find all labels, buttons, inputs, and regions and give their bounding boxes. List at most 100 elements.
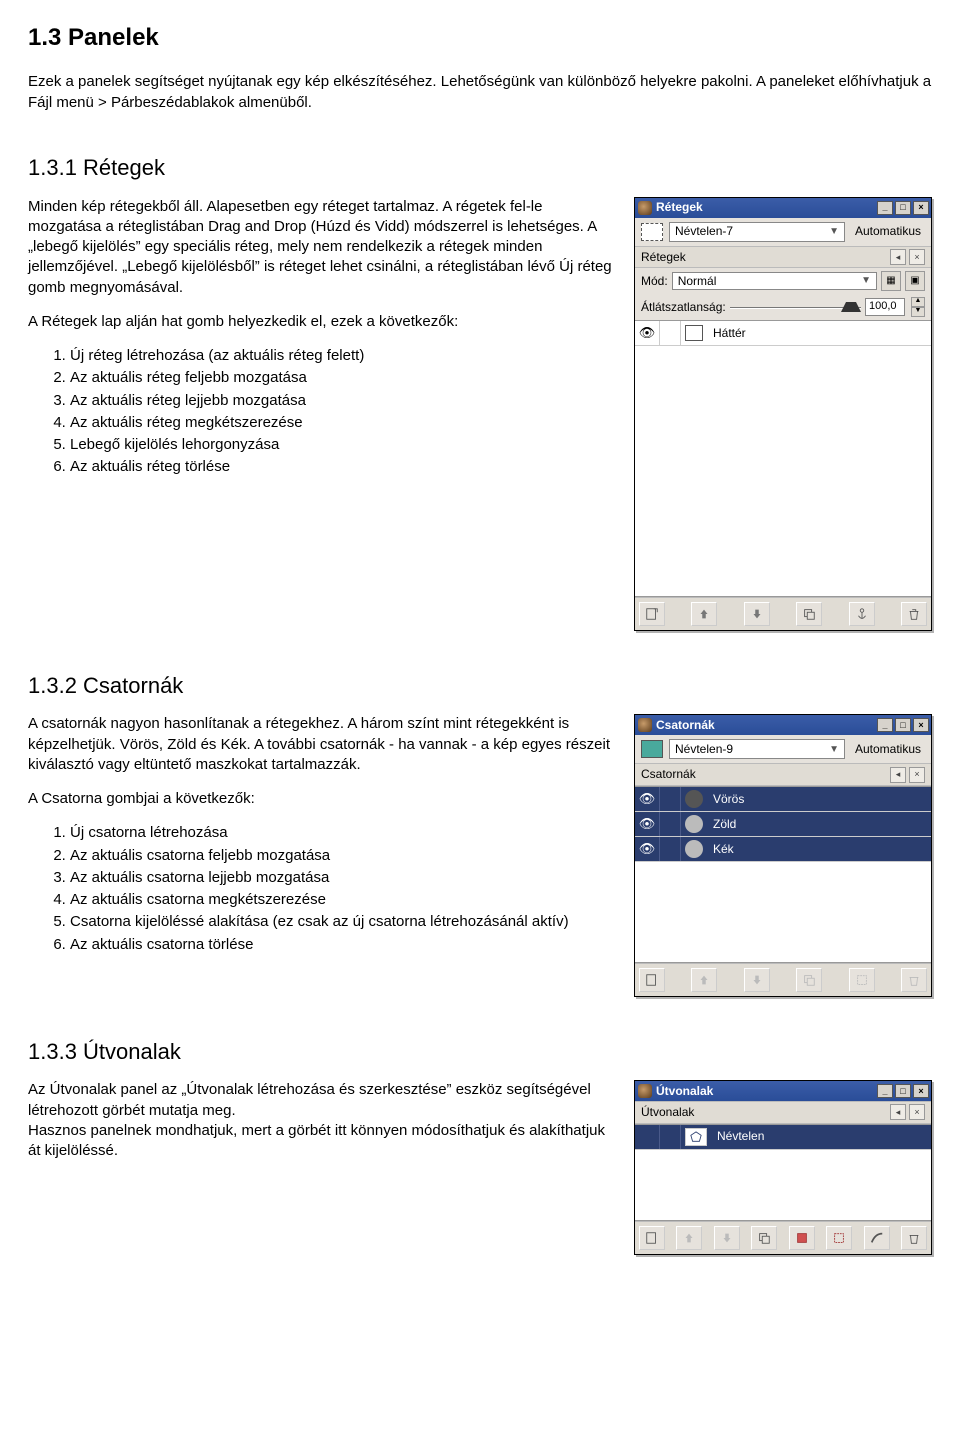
selection-to-path-button[interactable] <box>826 1226 852 1250</box>
layers-section-label: Rétegek <box>641 249 887 265</box>
duplicate-layer-button[interactable] <box>796 602 822 626</box>
new-channel-button[interactable] <box>639 968 665 992</box>
close-button[interactable]: × <box>913 718 929 732</box>
channel-row[interactable]: 👁 Kék <box>635 837 931 862</box>
minimize-button[interactable]: _ <box>877 718 893 732</box>
list-item: Az aktuális csatorna feljebb mozgatása <box>70 846 616 866</box>
list-item: Az aktuális réteg feljebb mozgatása <box>70 368 616 388</box>
visibility-eye-icon[interactable]: 👁 <box>635 787 660 811</box>
channel-thumbnail <box>685 790 703 808</box>
link-cell[interactable] <box>660 837 681 861</box>
lower-layer-button[interactable] <box>744 602 770 626</box>
close-button[interactable]: × <box>913 201 929 215</box>
delete-path-button[interactable] <box>901 1226 927 1250</box>
path-to-selection-button[interactable] <box>789 1226 815 1250</box>
spin-down-icon[interactable]: ▼ <box>911 307 925 317</box>
wilber-icon <box>638 201 652 215</box>
list-item: Az aktuális csatorna törlése <box>70 935 616 955</box>
close-button[interactable]: × <box>913 1084 929 1098</box>
maximize-button[interactable]: □ <box>895 1084 911 1098</box>
channel-name[interactable]: Vörös <box>707 791 931 807</box>
channels-panel: Csatornák _ □ × Névtelen-9 ▼ Automatikus… <box>634 714 932 996</box>
title-bar[interactable]: Rétegek _ □ × <box>635 198 931 218</box>
delete-layer-button[interactable] <box>901 602 927 626</box>
anchor-layer-button[interactable] <box>849 602 875 626</box>
opacity-value: 100,0 <box>869 299 897 314</box>
auto-label[interactable]: Automatikus <box>851 223 925 239</box>
channel-name[interactable]: Zöld <box>707 816 931 832</box>
maximize-button[interactable]: □ <box>895 718 911 732</box>
image-thumbnail[interactable] <box>641 740 663 758</box>
opacity-spinbox[interactable]: 100,0 <box>865 298 905 316</box>
channel-name[interactable]: Kék <box>707 841 931 857</box>
mode-select[interactable]: Normál ▼ <box>672 272 877 290</box>
heading-channels: 1.3.2 Csatornák <box>28 671 932 701</box>
close-tab-icon[interactable]: × <box>909 767 925 783</box>
auto-label[interactable]: Automatikus <box>851 741 925 757</box>
channel-row[interactable]: 👁 Zöld <box>635 812 931 837</box>
close-tab-icon[interactable]: × <box>909 249 925 265</box>
tab-menu-icon[interactable]: ◂ <box>890 767 906 783</box>
minimize-button[interactable]: _ <box>877 1084 893 1098</box>
lower-path-button[interactable] <box>714 1226 740 1250</box>
spin-up-icon[interactable]: ▲ <box>911 297 925 307</box>
visibility-eye-icon[interactable]: 👁 <box>635 837 660 861</box>
channel-to-selection-button[interactable] <box>849 968 875 992</box>
list-item: Az aktuális réteg lejjebb mozgatása <box>70 391 616 411</box>
heading-panels: 1.3 Panelek <box>28 22 932 54</box>
image-select[interactable]: Névtelen-9 ▼ <box>669 739 845 759</box>
lock-pixels-button[interactable]: ▦ <box>881 271 901 291</box>
tab-menu-icon[interactable]: ◂ <box>890 249 906 265</box>
layer-row[interactable]: 👁 Háttér <box>635 321 931 346</box>
layers-panel: Rétegek _ □ × Névtelen-7 ▼ Automatikus R… <box>634 197 932 631</box>
visibility-eye-icon[interactable]: 👁 <box>635 812 660 836</box>
visibility-eye-icon[interactable]: 👁 <box>635 321 660 345</box>
paragraph: A csatornák nagyon hasonlítanak a rétege… <box>28 714 616 775</box>
link-cell[interactable] <box>660 787 681 811</box>
lock-alpha-button[interactable]: ▣ <box>905 271 925 291</box>
duplicate-channel-button[interactable] <box>796 968 822 992</box>
list-item: Az aktuális réteg törlése <box>70 457 616 477</box>
visibility-cell[interactable] <box>635 1125 660 1149</box>
lower-channel-button[interactable] <box>744 968 770 992</box>
window-title: Csatornák <box>656 717 875 733</box>
list-item: Csatorna kijelöléssé alakítása (ez csak … <box>70 912 616 932</box>
paths-section-label: Útvonalak <box>641 1104 887 1120</box>
close-tab-icon[interactable]: × <box>909 1104 925 1120</box>
raise-layer-button[interactable] <box>691 602 717 626</box>
raise-channel-button[interactable] <box>691 968 717 992</box>
list-item: Lebegő kijelölés lehorgonyzása <box>70 435 616 455</box>
chevron-down-icon: ▼ <box>829 743 839 757</box>
image-select[interactable]: Névtelen-7 ▼ <box>669 222 845 242</box>
mode-label: Mód: <box>641 273 668 289</box>
opacity-label: Átlátszatlanság: <box>641 299 726 315</box>
list-item: Az aktuális csatorna megkétszerezése <box>70 890 616 910</box>
channels-section-label: Csatornák <box>641 766 887 782</box>
stroke-path-button[interactable] <box>864 1226 890 1250</box>
opacity-slider[interactable] <box>730 300 861 314</box>
maximize-button[interactable]: □ <box>895 201 911 215</box>
layer-thumbnail <box>685 325 703 341</box>
minimize-button[interactable]: _ <box>877 201 893 215</box>
delete-channel-button[interactable] <box>901 968 927 992</box>
heading-layers: 1.3.1 Rétegek <box>28 153 932 183</box>
raise-path-button[interactable] <box>676 1226 702 1250</box>
image-thumbnail[interactable] <box>641 223 663 241</box>
layer-name[interactable]: Háttér <box>707 325 931 341</box>
path-name[interactable]: Névtelen <box>711 1128 931 1144</box>
title-bar[interactable]: Útvonalak _ □ × <box>635 1081 931 1101</box>
image-name: Névtelen-9 <box>675 741 733 757</box>
title-bar[interactable]: Csatornák _ □ × <box>635 715 931 735</box>
duplicate-path-button[interactable] <box>751 1226 777 1250</box>
link-cell[interactable] <box>660 812 681 836</box>
path-row[interactable]: Névtelen <box>635 1125 931 1150</box>
new-layer-button[interactable] <box>639 602 665 626</box>
channels-empty-area <box>635 862 931 963</box>
heading-paths: 1.3.3 Útvonalak <box>28 1037 932 1067</box>
list-item: Az aktuális csatorna lejjebb mozgatása <box>70 868 616 888</box>
link-cell[interactable] <box>660 1125 681 1149</box>
link-cell[interactable] <box>660 321 681 345</box>
tab-menu-icon[interactable]: ◂ <box>890 1104 906 1120</box>
new-path-button[interactable] <box>639 1226 665 1250</box>
channel-row[interactable]: 👁 Vörös <box>635 787 931 812</box>
